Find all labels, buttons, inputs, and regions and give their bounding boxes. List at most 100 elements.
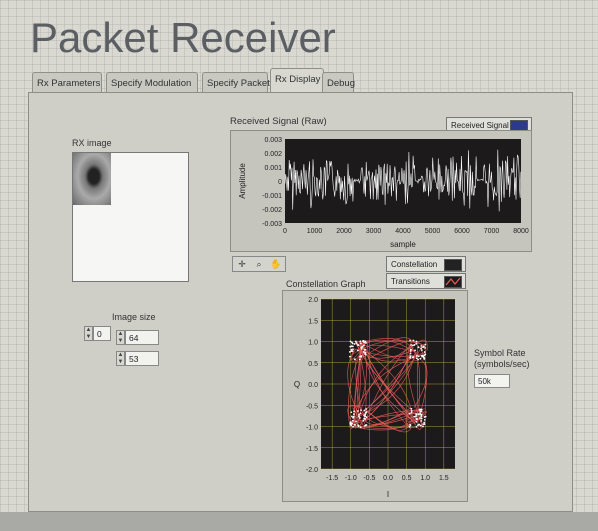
- constellation-point: [358, 413, 360, 416]
- constellation-legend-label: Constellation: [391, 260, 438, 269]
- constellation-point: [424, 415, 427, 418]
- constellation-y-tick-label: 1.0: [308, 340, 318, 347]
- graph-palette-toolbar: ✛ ⌕ ✋: [232, 256, 286, 272]
- signal-x-tick-label: 3000: [366, 228, 382, 235]
- constellation-point: [423, 345, 425, 348]
- constellation-point: [355, 342, 358, 344]
- constellation-y-tick-label: 1.5: [308, 318, 318, 325]
- constellation-point: [363, 414, 365, 417]
- constellation-point: [353, 358, 356, 361]
- constellation-point: [353, 413, 355, 416]
- constellation-legend-swatch: [444, 259, 462, 271]
- constellation-legend-item[interactable]: Constellation: [386, 256, 466, 272]
- constellation-point: [415, 420, 418, 423]
- pan-hand-icon[interactable]: ✋: [270, 259, 282, 270]
- signal-y-tick-label: -0.002: [262, 207, 282, 214]
- constellation-point: [424, 346, 427, 349]
- constellation-point: [353, 423, 356, 426]
- transitions-legend-label: Transitions: [391, 277, 430, 286]
- signal-y-tick-label: -0.003: [262, 221, 282, 228]
- constellation-point: [356, 349, 359, 352]
- height-spinner[interactable]: ▲ ▼: [116, 351, 125, 366]
- constellation-point: [363, 341, 366, 344]
- constellation-point: [419, 413, 421, 416]
- constellation-y-axis-label: Q: [294, 380, 300, 389]
- constellation-point: [423, 418, 426, 421]
- signal-x-axis-label: sample: [390, 240, 416, 249]
- constellation-point: [359, 340, 362, 343]
- constellation-point: [349, 421, 352, 424]
- constellation-point: [420, 349, 423, 352]
- constellation-point: [422, 423, 425, 426]
- constellation-chart: 2.0 1.5 1.0 0.5 0.0 -0.5 -1.0 -1.5 -2.0 -1.5 -1.0…: [282, 290, 468, 502]
- tab-rx-parameters[interactable]: Rx Parameters: [32, 72, 102, 94]
- width-spinner[interactable]: ▲ ▼: [116, 330, 125, 345]
- constellation-x-tick-label: -0.5: [363, 475, 375, 482]
- constellation-y-tick-label: -1.5: [306, 446, 318, 453]
- constellation-point: [410, 411, 413, 414]
- constellation-point: [357, 410, 359, 412]
- constellation-point: [365, 416, 368, 419]
- tab-debug[interactable]: Debug: [322, 72, 355, 94]
- constellation-point: [350, 411, 353, 414]
- tab-specify-packet[interactable]: Specify Packet: [202, 72, 270, 94]
- image-width-field[interactable]: 64: [125, 330, 159, 345]
- constellation-point: [420, 413, 423, 416]
- constellation-point: [351, 342, 354, 345]
- crosshair-icon[interactable]: ✛: [236, 259, 248, 270]
- constellation-point: [415, 357, 418, 360]
- constellation-point: [419, 417, 421, 420]
- signal-x-tick-label: 5000: [425, 228, 441, 235]
- constellation-title: Constellation Graph: [286, 279, 366, 289]
- constellation-y-tick-label: -2.0: [306, 467, 318, 474]
- constellation-point: [420, 420, 423, 422]
- signal-x-tick-label: 1000: [307, 228, 323, 235]
- signal-x-tick-label: 0: [283, 228, 287, 235]
- rx-image-label: RX image: [72, 138, 112, 148]
- zoom-icon[interactable]: ⌕: [253, 259, 265, 270]
- image-size-label: Image size: [112, 312, 156, 322]
- constellation-point: [419, 357, 422, 360]
- constellation-point: [348, 351, 351, 353]
- constellation-point: [423, 354, 426, 357]
- signal-x-tick-label: 6000: [454, 228, 470, 235]
- constellation-x-tick-label: 1.0: [420, 475, 430, 482]
- constellation-point: [357, 344, 360, 347]
- transitions-legend-item[interactable]: Transitions: [386, 273, 466, 289]
- signal-y-axis-label: Amplitude: [238, 163, 247, 199]
- constellation-point: [423, 357, 426, 360]
- constellation-y-tick-label: 0.5: [308, 361, 318, 368]
- constellation-x-tick-label: 0.5: [402, 475, 412, 482]
- constellation-point: [409, 356, 412, 359]
- constellation-point: [362, 340, 364, 343]
- constellation-point: [365, 411, 368, 413]
- tab-specify-modulation[interactable]: Specify Modulation: [106, 72, 198, 94]
- index-spinner[interactable]: ▲ ▼: [84, 326, 93, 341]
- symbol-rate-indicator: 50k: [474, 374, 510, 388]
- constellation-point: [422, 425, 424, 428]
- constellation-point: [420, 417, 423, 420]
- constellation-point: [357, 424, 360, 427]
- constellation-point: [410, 410, 413, 412]
- constellation-point: [357, 415, 360, 418]
- constellation-point: [415, 414, 418, 416]
- transitions-legend-swatch: [444, 276, 462, 288]
- constellation-point: [364, 418, 367, 420]
- constellation-point: [410, 344, 413, 346]
- constellation-point: [365, 424, 368, 426]
- constellation-point: [358, 358, 361, 361]
- image-height-field[interactable]: 53: [125, 351, 159, 366]
- constellation-point: [362, 351, 365, 353]
- signal-x-tick-label: 7000: [484, 228, 500, 235]
- image-index-field[interactable]: 0: [93, 326, 111, 341]
- constellation-x-tick-label: 1.5: [439, 475, 449, 482]
- constellation-point: [417, 413, 420, 416]
- constellation-point: [349, 355, 351, 358]
- constellation-point: [363, 409, 366, 412]
- constellation-point: [359, 426, 362, 429]
- constellation-point: [417, 346, 420, 349]
- signal-y-tick-label: 0.001: [264, 165, 282, 172]
- constellation-point: [355, 420, 357, 423]
- constellation-point: [417, 424, 419, 427]
- constellation-point: [363, 344, 365, 347]
